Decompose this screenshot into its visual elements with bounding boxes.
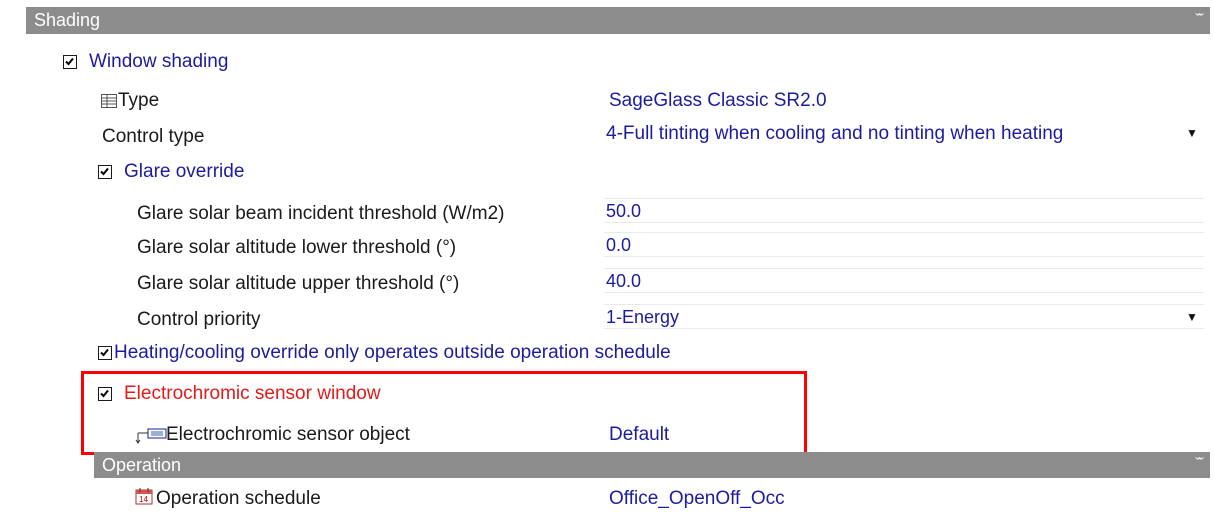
svg-text:14: 14 bbox=[139, 495, 148, 504]
collapse-shading-icon[interactable]: ˇˇ bbox=[1195, 7, 1204, 34]
type-value[interactable]: SageGlass Classic SR2.0 bbox=[609, 89, 827, 113]
glare-alt-upper-label: Glare solar altitude upper threshold (°) bbox=[137, 273, 460, 294]
control-priority-dropdown-icon[interactable]: ▼ bbox=[1186, 310, 1198, 324]
control-priority-select[interactable]: 1-Energy bbox=[604, 304, 1204, 329]
shading-section-title: Shading bbox=[34, 10, 101, 30]
control-type-select[interactable]: 4-Full tinting when cooling and no tinti… bbox=[606, 122, 1063, 146]
highlight-box bbox=[81, 371, 807, 455]
glare-override-label[interactable]: Glare override bbox=[124, 160, 244, 184]
glare-beam-value: 50.0 bbox=[606, 201, 642, 221]
shading-section-header[interactable]: Shading ˇˇ bbox=[26, 7, 1210, 34]
operation-section-header[interactable]: Operation ˇˇ bbox=[94, 452, 1210, 478]
glare-alt-upper-input[interactable]: 40.0 bbox=[604, 268, 1204, 293]
hc-override-checkbox[interactable] bbox=[98, 346, 112, 360]
glare-alt-lower-label: Glare solar altitude lower threshold (°) bbox=[137, 237, 457, 258]
window-shading-label[interactable]: Window shading bbox=[89, 50, 228, 74]
table-grid-icon bbox=[101, 94, 117, 113]
glare-override-checkbox[interactable] bbox=[98, 165, 112, 179]
glare-beam-input[interactable]: 50.0 bbox=[604, 198, 1204, 223]
window-shading-checkbox[interactable] bbox=[63, 55, 77, 69]
operation-schedule-label: Operation schedule bbox=[156, 488, 321, 509]
glare-alt-upper-value: 40.0 bbox=[606, 271, 642, 291]
control-type-label: Control type bbox=[102, 126, 205, 147]
checkmark-icon bbox=[100, 348, 109, 357]
glare-beam-label: Glare solar beam incident threshold (W/m… bbox=[137, 203, 505, 224]
hc-override-label[interactable]: Heating/cooling override only operates o… bbox=[114, 341, 671, 365]
control-priority-label: Control priority bbox=[137, 309, 261, 330]
calendar-icon: 14 bbox=[135, 487, 153, 510]
checkmark-icon bbox=[100, 167, 109, 176]
collapse-operation-icon[interactable]: ˇˇ bbox=[1195, 452, 1204, 478]
type-label: Type bbox=[118, 90, 160, 111]
control-type-dropdown-icon[interactable]: ▼ bbox=[1186, 126, 1198, 140]
glare-alt-lower-input[interactable]: 0.0 bbox=[604, 232, 1204, 257]
operation-section-title: Operation bbox=[102, 455, 182, 475]
checkmark-icon bbox=[65, 57, 74, 66]
control-priority-value: 1-Energy bbox=[606, 307, 680, 327]
operation-schedule-value[interactable]: Office_OpenOff_Occ bbox=[609, 487, 785, 511]
glare-alt-lower-value: 0.0 bbox=[606, 235, 632, 255]
